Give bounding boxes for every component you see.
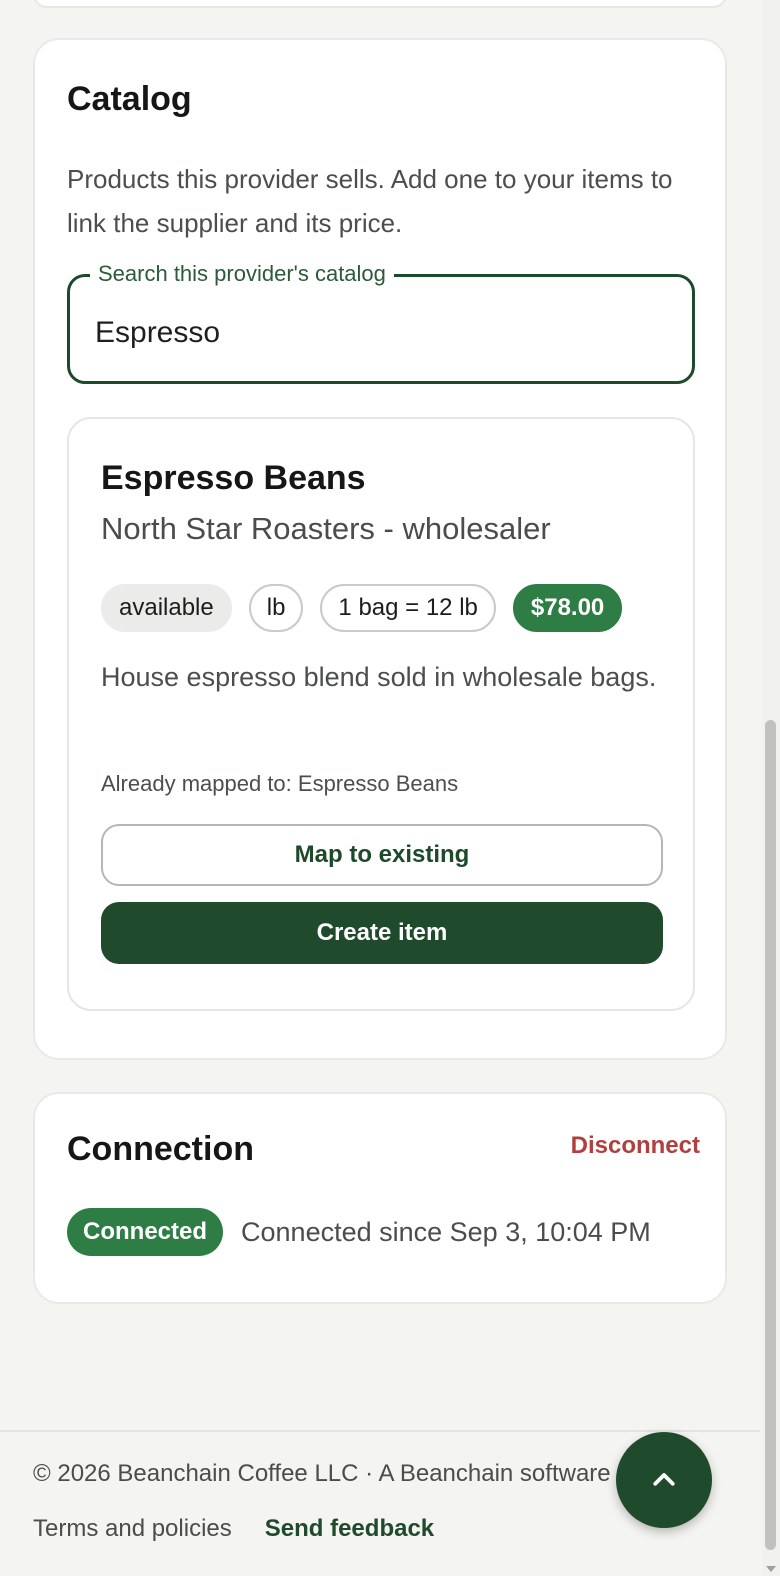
price-chip: $78.00 <box>512 584 623 632</box>
footer-divider <box>0 1430 760 1432</box>
product-description: House espresso blend sold in wholesale b… <box>101 662 657 692</box>
catalog-title: Catalog <box>67 80 192 118</box>
catalog-description: Products this provider sells. Add one to… <box>67 164 673 238</box>
footer-links: Terms and policies Send feedback <box>33 1515 434 1543</box>
scroll-to-top-button[interactable] <box>616 1432 712 1528</box>
product-chips: available lb 1 bag = 12 lb $78.00 <box>101 584 623 632</box>
catalog-search-label: Search this provider's catalog <box>90 260 394 288</box>
scrollbar-thumb[interactable] <box>765 720 776 1550</box>
catalog-card: Catalog Products this provider sells. Ad… <box>33 38 727 1060</box>
create-item-button[interactable]: Create item <box>101 902 663 964</box>
footer-copyright: © 2026 Beanchain Coffee LLC · A Beanchai… <box>33 1460 611 1487</box>
catalog-search-input[interactable] <box>95 311 655 355</box>
product-name: Espresso Beans <box>101 459 366 497</box>
map-to-existing-button[interactable]: Map to existing <box>101 824 663 886</box>
catalog-search-field[interactable]: Search this provider's catalog <box>67 260 695 384</box>
scroll-down-arrow-icon[interactable] <box>766 1566 776 1572</box>
availability-chip: available <box>101 584 232 632</box>
pack-size-chip: 1 bag = 12 lb <box>320 584 496 632</box>
send-feedback-link[interactable]: Send feedback <box>265 1515 434 1543</box>
connection-card: Connection Disconnect Connected Connecte… <box>33 1092 727 1304</box>
connection-status-row: Connected Connected since Sep 3, 10:04 P… <box>67 1208 651 1256</box>
connection-status-text: Connected since Sep 3, 10:04 PM <box>241 1216 651 1247</box>
chevron-up-icon <box>653 1473 675 1486</box>
status-badge: Connected <box>67 1208 224 1256</box>
terms-link[interactable]: Terms and policies <box>33 1515 232 1543</box>
connection-title: Connection <box>67 1130 254 1168</box>
unit-chip: lb <box>248 584 304 632</box>
product-supplier: North Star Roasters - wholesaler <box>101 511 551 546</box>
scrollbar[interactable] <box>762 0 780 1576</box>
mapped-note: Already mapped to: Espresso Beans <box>101 771 459 796</box>
previous-card-edge <box>33 0 727 8</box>
disconnect-button[interactable]: Disconnect <box>571 1132 700 1160</box>
catalog-result-card: Espresso Beans North Star Roasters - who… <box>67 417 695 1011</box>
